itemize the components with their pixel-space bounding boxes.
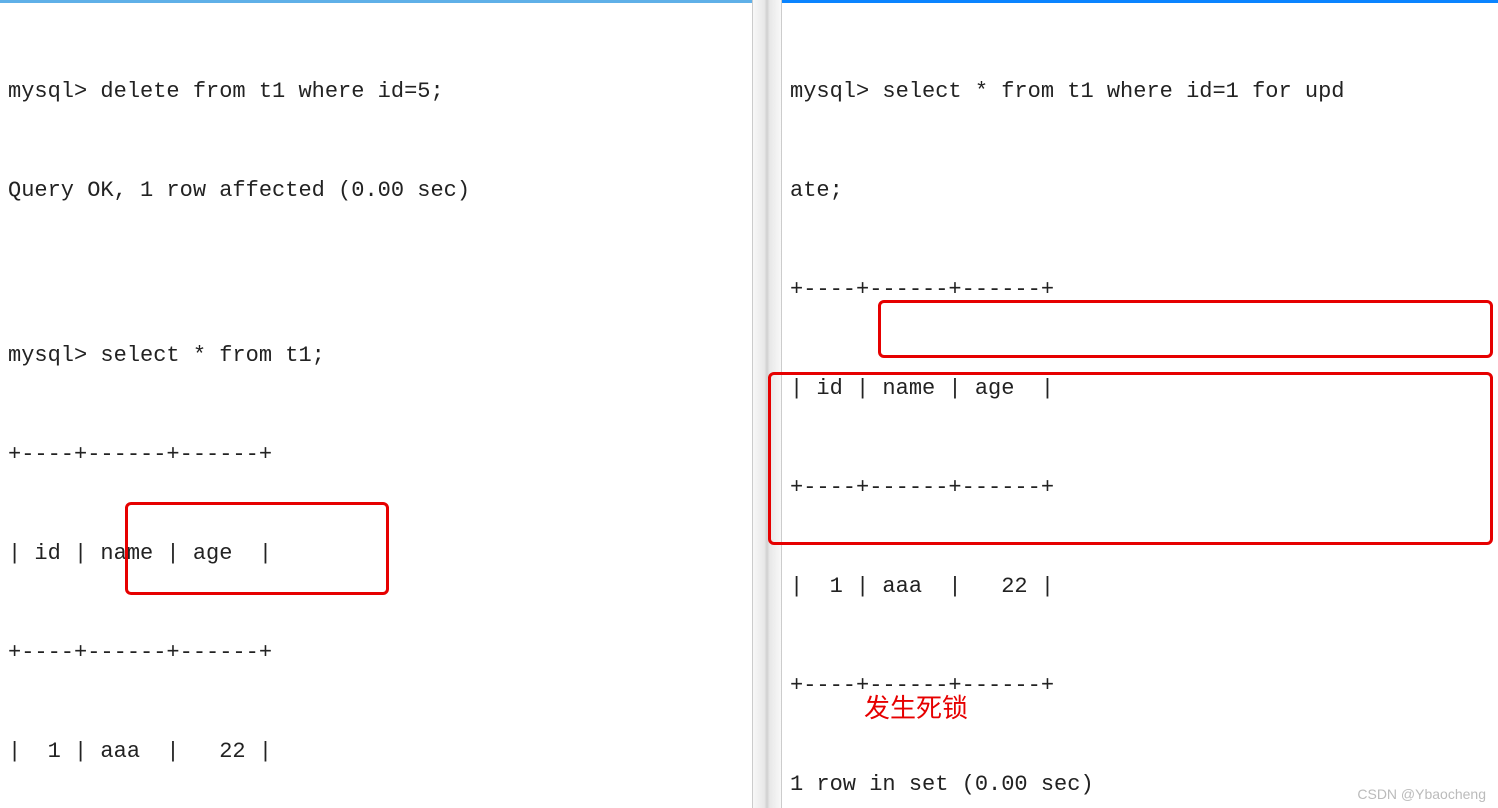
- split-container: mysql> delete from t1 where id=5; Query …: [0, 0, 1498, 808]
- terminal-output-line: | 1 | aaa | 22 |: [8, 735, 744, 768]
- terminal-output-line: +----+------+------+: [790, 273, 1490, 306]
- terminal-output-line: +----+------+------+: [8, 636, 744, 669]
- pane-divider[interactable]: [752, 0, 782, 808]
- terminal-output-line: Query OK, 1 row affected (0.00 sec): [8, 174, 744, 207]
- watermark-text: CSDN @Ybaocheng: [1357, 786, 1486, 802]
- terminal-output-line: mysql> select * from t1 where id=1 for u…: [790, 75, 1490, 108]
- terminal-output-line: +----+------+------+: [790, 471, 1490, 504]
- terminal-left[interactable]: mysql> delete from t1 where id=5; Query …: [0, 0, 752, 808]
- terminal-output-line: ate;: [790, 174, 1490, 207]
- terminal-output-line: mysql> select * from t1;: [8, 339, 744, 372]
- terminal-output-line: | id | name | age |: [790, 372, 1490, 405]
- terminal-output-line: | id | name | age |: [8, 537, 744, 570]
- terminal-output-line: +----+------+------+: [8, 438, 744, 471]
- terminal-output-line: | 1 | aaa | 22 |: [790, 570, 1490, 603]
- terminal-right[interactable]: mysql> select * from t1 where id=1 for u…: [782, 0, 1498, 808]
- annotation-deadlock: 发生死锁: [864, 688, 968, 725]
- terminal-output-line: mysql> delete from t1 where id=5;: [8, 75, 744, 108]
